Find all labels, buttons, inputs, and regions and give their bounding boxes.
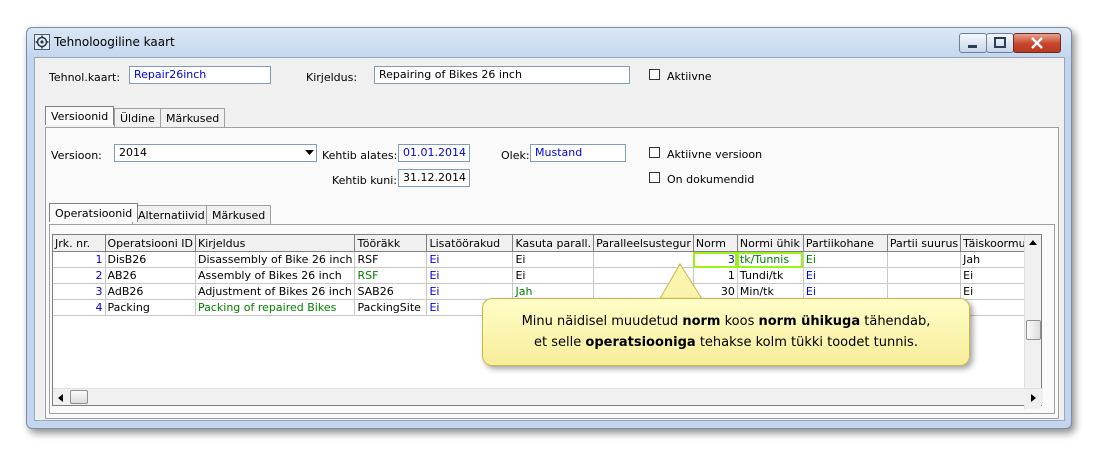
cell[interactable]: 1 [53, 251, 106, 268]
cell[interactable]: Ei [426, 251, 514, 268]
col-header[interactable]: Normi ühik [737, 235, 804, 252]
vertical-scrollbar[interactable] [1024, 235, 1041, 409]
minimize-button[interactable] [959, 33, 987, 53]
cell[interactable]: Tundi/tk [737, 267, 804, 284]
cell[interactable]: SAB26 [354, 283, 428, 300]
callout-text: tehakse kolm tükki toodet tunnis. [695, 335, 918, 350]
col-header[interactable]: Norm [693, 235, 738, 252]
app-icon [34, 34, 50, 50]
tehnol-kaart-field[interactable]: Repair26inch [129, 66, 271, 84]
scroll-left-arrow-icon [58, 394, 63, 402]
cell[interactable]: 3 [53, 283, 106, 300]
callout-line-2: et selle operatsiooniga tehakse kolm tük… [483, 332, 969, 353]
callout-bold: norm ühikuga [758, 314, 861, 329]
cell[interactable] [960, 299, 1035, 316]
kehtib-kuni-label: Kehtib kuni: [332, 174, 397, 187]
subtab-operatsioonid[interactable]: Operatsioonid [49, 203, 139, 222]
tab-versioonid[interactable]: Versioonid [45, 106, 115, 125]
cell[interactable]: Disassembly of Bike 26 inch [195, 251, 356, 268]
aktiivne-label: Aktiivne [667, 70, 712, 83]
col-header[interactable]: Lisatöörakud [426, 235, 514, 252]
callout-bold: operatsiooniga [585, 335, 696, 350]
cell[interactable]: Ei [426, 267, 514, 284]
on-dokumendid-checkbox[interactable] [649, 172, 660, 183]
cell[interactable]: AB26 [105, 267, 196, 284]
aktiivne-versioon-checkbox[interactable] [649, 147, 660, 158]
cell[interactable]: Ei [960, 283, 1035, 300]
subtab-alternatiivid[interactable]: Alternatiivid [132, 205, 211, 224]
explanation-callout: Minu näidisel muudetud norm koos norm üh… [482, 298, 970, 366]
cell[interactable]: Ei [960, 267, 1035, 284]
col-header[interactable]: Paralleelsustegur [593, 235, 694, 252]
cell[interactable] [887, 251, 962, 268]
grid-header-row: Jrk. nr. Operatsiooni ID Kirjeldus Töörä… [53, 235, 1035, 252]
cell[interactable]: Adjustment of Bikes 26 inch [195, 283, 356, 300]
col-header[interactable]: Täiskoormus [960, 235, 1035, 252]
horizontal-scrollbar[interactable] [53, 388, 1043, 405]
application-window: Tehnoloogiline kaart Tehnol.kaart: Repai… [26, 27, 1072, 429]
maximize-button[interactable] [986, 33, 1014, 53]
subtab-markused[interactable]: Märkused [206, 205, 272, 224]
cell[interactable] [887, 267, 962, 284]
cell[interactable]: Ei [803, 267, 888, 284]
horizontal-scroll-thumb[interactable] [70, 390, 88, 404]
kirjeldus-label: Kirjeldus: [306, 71, 358, 84]
col-header[interactable]: Partiikohane [803, 235, 888, 252]
versioon-select[interactable]: 2014 [114, 144, 317, 162]
cell[interactable]: Ei [803, 251, 888, 268]
cell[interactable]: 4 [53, 299, 106, 316]
col-header[interactable]: Kirjeldus [195, 235, 356, 252]
scroll-up-arrow-icon [1029, 240, 1037, 245]
close-icon [1031, 37, 1043, 49]
aktiivne-checkbox[interactable] [649, 69, 660, 80]
tehnol-kaart-label: Tehnol.kaart: [49, 71, 121, 84]
close-button[interactable] [1013, 33, 1061, 53]
col-header[interactable]: Partii suurus [887, 235, 962, 252]
cell[interactable]: DisB26 [105, 251, 196, 268]
kehtib-alates-field[interactable]: 01.01.2014 [398, 144, 470, 162]
on-dokumendid-label: On dokumendid [667, 173, 755, 186]
cell[interactable]: RSF [354, 251, 428, 268]
cell[interactable]: 2 [53, 267, 106, 284]
window-title: Tehnoloogiline kaart [54, 35, 175, 49]
kehtib-alates-label: Kehtib alates: [322, 149, 398, 162]
cell[interactable]: Ei [512, 251, 595, 268]
cell[interactable]: Jah [960, 251, 1035, 268]
col-header[interactable]: Operatsiooni ID [105, 235, 196, 252]
callout-text: Minu näidisel muudetud [521, 314, 683, 329]
col-header[interactable]: Kasuta parall. [512, 235, 595, 252]
callout-text: koos [720, 314, 759, 329]
aktiivne-versioon-label: Aktiivne versioon [667, 148, 763, 161]
title-bar[interactable]: Tehnoloogiline kaart [27, 28, 1071, 56]
kirjeldus-field[interactable]: Repairing of Bikes 26 inch [374, 66, 630, 84]
olek-field[interactable]: Mustand [530, 144, 626, 162]
col-header[interactable]: Jrk. nr. [53, 235, 106, 252]
cell[interactable]: Packing of repaired Bikes [195, 299, 356, 316]
kehtib-kuni-field[interactable]: 31.12.2014 [398, 169, 470, 187]
cell[interactable]: Ei [512, 267, 595, 284]
versioon-label: Versioon: [51, 149, 102, 162]
table-row[interactable]: 1 DisB26 Disassembly of Bike 26 inch RSF… [53, 251, 1035, 268]
scroll-right-arrow-icon [1031, 394, 1036, 402]
callout-bold: norm [682, 314, 721, 329]
cell[interactable]: Packing [105, 299, 196, 316]
cell[interactable]: AdB26 [105, 283, 196, 300]
callout-text: et selle [534, 335, 586, 350]
callout-line-1: Minu näidisel muudetud norm koos norm üh… [483, 311, 969, 332]
tab-uldine[interactable]: Üldine [114, 108, 161, 127]
callout-text: tähendab, [860, 314, 931, 329]
cell[interactable]: RSF [354, 267, 428, 284]
cell[interactable]: Assembly of Bikes 26 inch [195, 267, 356, 284]
cell[interactable]: PackingSite [354, 299, 428, 316]
vertical-scroll-thumb[interactable] [1026, 320, 1041, 340]
maximize-icon [994, 37, 1006, 48]
tab-markused[interactable]: Märkused [160, 108, 226, 127]
olek-label: Olek: [501, 149, 530, 162]
table-row[interactable]: 2 AB26 Assembly of Bikes 26 inch RSF Ei … [53, 267, 1035, 284]
minimize-icon [968, 45, 977, 48]
norm-unit-cell[interactable]: tk/Tunnis [737, 251, 804, 268]
col-header[interactable]: Tööräkk [354, 235, 428, 252]
versioon-select-value: 2014 [119, 146, 147, 159]
chevron-down-icon [305, 150, 314, 155]
